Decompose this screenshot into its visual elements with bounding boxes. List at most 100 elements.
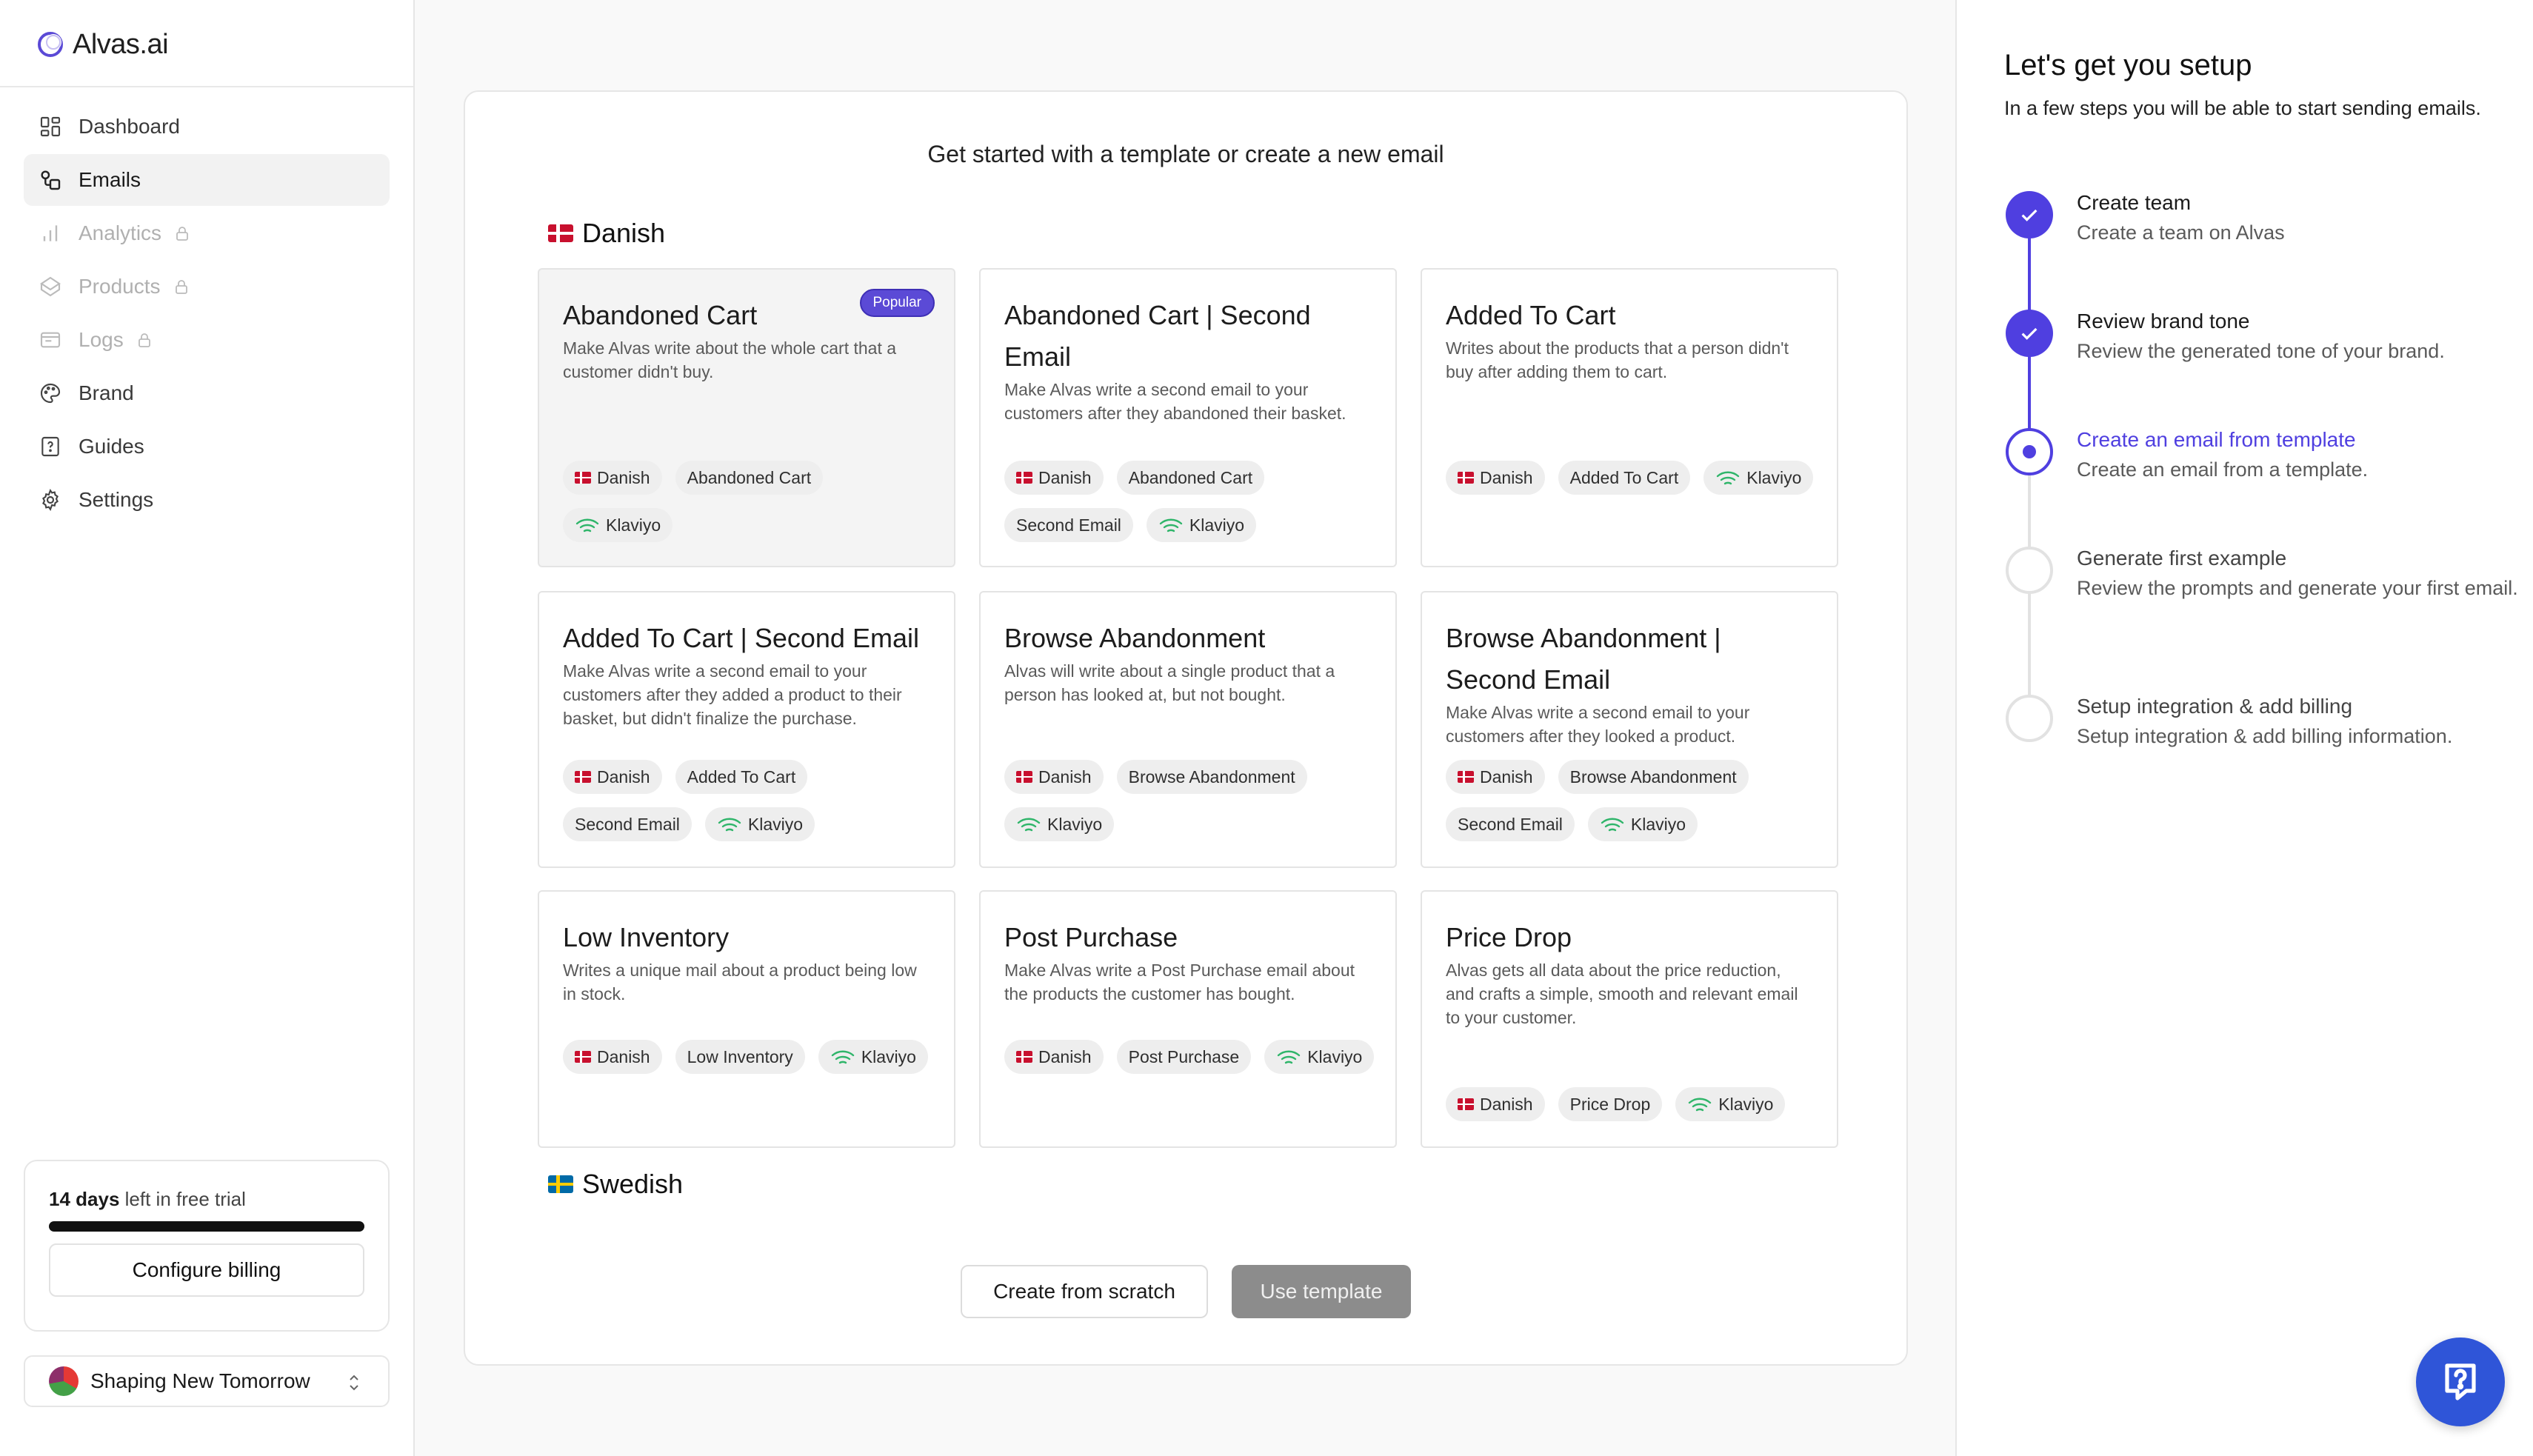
- emails-icon: [41, 170, 61, 190]
- lock-icon: [138, 333, 150, 347]
- template-description: Make Alvas write a second email to your …: [563, 661, 902, 728]
- main-nav: Dashboard Emails Analytics Products Logs…: [24, 101, 390, 527]
- nav-label: Guides: [79, 435, 144, 458]
- nav-item-brand[interactable]: Brand: [24, 367, 390, 419]
- step-connector: [2028, 355, 2031, 431]
- template-card-price-drop[interactable]: Price Drop Alvas gets all data about the…: [1421, 890, 1838, 1148]
- denmark-flag-icon: [1458, 1098, 1474, 1110]
- step-connector: [2028, 237, 2031, 313]
- guides-icon: [41, 436, 59, 457]
- team-switcher[interactable]: Shaping New Tomorrow: [24, 1355, 390, 1407]
- step-create-email-from-template[interactable]: Create an email from template Create an …: [2077, 425, 2521, 484]
- template-card-added-to-cart[interactable]: Added To Cart Writes about the products …: [1421, 268, 1838, 567]
- template-description: Make Alvas write a second email to your …: [1004, 380, 1346, 423]
- use-template-button[interactable]: Use template: [1232, 1265, 1411, 1318]
- nav-label: Brand: [79, 381, 134, 404]
- template-title: Added To Cart: [1446, 300, 1616, 330]
- logo[interactable]: Alvas.ai: [36, 27, 169, 62]
- trial-status: 14 days left in free trial: [49, 1188, 246, 1210]
- nav-item-emails[interactable]: Emails: [24, 154, 390, 206]
- section-swedish: Swedish: [548, 1169, 683, 1200]
- configure-billing-button[interactable]: Configure billing: [49, 1243, 364, 1297]
- tag-integration: Klaviyo: [563, 508, 673, 542]
- nav-label: Emails: [79, 168, 141, 191]
- nav-item-analytics[interactable]: Analytics: [24, 207, 390, 259]
- klaviyo-icon: [1717, 471, 1740, 485]
- template-tags: Danish Added To Cart Klaviyo: [1446, 461, 1823, 495]
- step-setup-integration-billing[interactable]: Setup integration & add billing Setup in…: [2077, 692, 2521, 751]
- tag-type: Browse Abandonment: [1558, 760, 1749, 794]
- section-title: Danish: [582, 218, 666, 248]
- tag-language: Danish: [1004, 1040, 1104, 1074]
- denmark-flag-icon: [1016, 472, 1032, 484]
- nav-label: Dashboard: [79, 115, 180, 138]
- nav-label: Settings: [79, 488, 154, 511]
- logs-icon: [40, 332, 61, 348]
- template-description: Make Alvas write about the whole cart th…: [563, 338, 897, 381]
- tag-integration: Klaviyo: [1264, 1040, 1375, 1074]
- template-title: Price Drop: [1446, 922, 1572, 952]
- tag-language: Danish: [1446, 760, 1545, 794]
- denmark-flag-icon: [575, 771, 591, 783]
- step-name: Review brand tone: [2077, 310, 2250, 333]
- template-card-browse-abandonment-second-email[interactable]: Browse Abandonment | Second Email Make A…: [1421, 591, 1838, 868]
- template-description: Alvas gets all data about the price redu…: [1446, 961, 1798, 1027]
- template-tags: Danish Post Purchase Klaviyo: [1004, 1040, 1382, 1074]
- template-card-post-purchase[interactable]: Post Purchase Make Alvas write a Post Pu…: [979, 890, 1397, 1148]
- nav-label: Analytics: [79, 221, 162, 244]
- denmark-flag-icon: [575, 472, 591, 484]
- step-description: Setup integration & add billing informat…: [2077, 725, 2453, 747]
- template-card-abandoned-cart-second-email[interactable]: Abandoned Cart | Second Email Make Alvas…: [979, 268, 1397, 567]
- tag-language: Danish: [1446, 461, 1545, 495]
- create-from-scratch-button[interactable]: Create from scratch: [961, 1265, 1208, 1318]
- tag-language: Danish: [1004, 461, 1104, 495]
- tag-type: Browse Abandonment: [1116, 760, 1307, 794]
- template-tags: Danish Browse Abandonment Klaviyo: [1004, 760, 1382, 841]
- tag-type: Abandoned Cart: [1116, 461, 1265, 495]
- lock-icon: [176, 227, 188, 241]
- step-review-brand-tone[interactable]: Review brand tone Review the generated t…: [2077, 307, 2521, 366]
- template-description: Writes a unique mail about a product bei…: [563, 961, 917, 1003]
- template-tags: Danish Abandoned Cart Klaviyo: [563, 461, 941, 542]
- tag-language: Danish: [1004, 760, 1104, 794]
- tag-type: Added To Cart: [1558, 461, 1691, 495]
- settings-icon: [42, 489, 59, 511]
- tag-variant: Second Email: [1004, 508, 1133, 542]
- step-1-check-icon: [2006, 191, 2053, 238]
- nav-item-logs[interactable]: Logs: [24, 314, 390, 366]
- template-tags: Danish Abandoned Cart Second Email Klavi…: [1004, 461, 1382, 542]
- step-2-check-icon: [2006, 310, 2053, 357]
- tag-integration: Klaviyo: [1587, 807, 1698, 841]
- tag-integration: Klaviyo: [1675, 1087, 1786, 1121]
- klaviyo-icon: [1017, 818, 1041, 832]
- brand-icon: [40, 383, 61, 404]
- help-chat-icon: [2445, 1363, 2476, 1400]
- page-heading: Get started with a template or create a …: [927, 141, 1444, 167]
- tag-integration: Klaviyo: [1004, 807, 1115, 841]
- step-create-team[interactable]: Create team Create a team on Alvas: [2077, 188, 2521, 247]
- template-title: Browse Abandonment: [1004, 623, 1266, 653]
- denmark-flag-icon: [1016, 1051, 1032, 1063]
- sweden-flag-icon: [548, 1175, 573, 1193]
- step-description: Create an email from a template.: [2077, 458, 2369, 481]
- template-card-low-inventory[interactable]: Low Inventory Writes a unique mail about…: [538, 890, 955, 1148]
- step-description: Review the prompts and generate your fir…: [2077, 577, 2518, 599]
- klaviyo-icon: [831, 1050, 855, 1064]
- nav-item-dashboard[interactable]: Dashboard: [24, 101, 390, 153]
- help-chat-button[interactable]: [2416, 1338, 2505, 1426]
- tag-language: Danish: [1446, 1087, 1545, 1121]
- nav-item-settings[interactable]: Settings: [24, 474, 390, 526]
- tag-integration: Klaviyo: [818, 1040, 928, 1074]
- nav-item-products[interactable]: Products: [24, 261, 390, 313]
- template-card-added-to-cart-second-email[interactable]: Added To Cart | Second Email Make Alvas …: [538, 591, 955, 868]
- template-card-abandoned-cart[interactable]: Popular Abandoned Cart Make Alvas write …: [538, 268, 955, 567]
- template-picker: Get started with a template or create a …: [464, 90, 1908, 1366]
- setup-title: Let's get you setup: [2004, 49, 2252, 81]
- step-generate-first-example[interactable]: Generate first example Review the prompt…: [2077, 544, 2521, 603]
- nav-item-guides[interactable]: Guides: [24, 421, 390, 472]
- chevron-up-down-icon: [350, 1375, 358, 1391]
- template-card-browse-abandonment[interactable]: Browse Abandonment Alvas will write abou…: [979, 591, 1397, 868]
- step-3-current-icon: [2006, 428, 2053, 475]
- step-connector: [2028, 592, 2031, 696]
- template-description: Make Alvas write a Post Purchase email a…: [1004, 961, 1355, 1003]
